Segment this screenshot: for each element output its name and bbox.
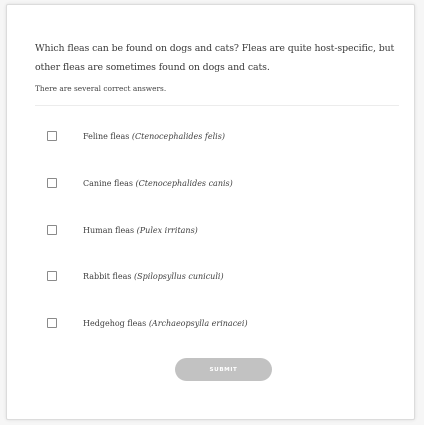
option-latin-name: (Spilopsyllus cuniculi) bbox=[134, 271, 224, 281]
option-latin-name: (Ctenocephalides felis) bbox=[131, 131, 225, 141]
option-label: Rabbit fleas (Spilopsyllus cuniculi) bbox=[83, 272, 224, 281]
option-label: Hedgehog fleas (Archaeopsylla erinacei) bbox=[83, 319, 248, 328]
option-name: Canine fleas bbox=[83, 178, 133, 188]
option-latin-name: (Archaeopsylla erinacei) bbox=[148, 318, 248, 328]
answer-hint: There are several correct answers. bbox=[35, 84, 167, 93]
submit-button[interactable]: SUBMIT bbox=[175, 358, 272, 381]
checkbox[interactable] bbox=[47, 318, 57, 328]
option-hedgehog-fleas[interactable]: Hedgehog fleas (Archaeopsylla erinacei) bbox=[47, 316, 248, 330]
option-name: Hedgehog fleas bbox=[83, 318, 147, 328]
option-latin-name: (Ctenocephalides canis) bbox=[135, 178, 233, 188]
option-feline-fleas[interactable]: Feline fleas (Ctenocephalides felis) bbox=[47, 129, 225, 143]
option-name: Feline fleas bbox=[83, 131, 130, 141]
option-name: Rabbit fleas bbox=[83, 271, 132, 281]
option-canine-fleas[interactable]: Canine fleas (Ctenocephalides canis) bbox=[47, 176, 233, 190]
quiz-card: Which fleas can be found on dogs and cat… bbox=[6, 4, 415, 420]
option-rabbit-fleas[interactable]: Rabbit fleas (Spilopsyllus cuniculi) bbox=[47, 269, 224, 283]
checkbox[interactable] bbox=[47, 271, 57, 281]
option-latin-name: (Pulex irritans) bbox=[136, 225, 198, 235]
option-label: Human fleas (Pulex irritans) bbox=[83, 226, 198, 235]
checkbox[interactable] bbox=[47, 178, 57, 188]
checkbox[interactable] bbox=[47, 225, 57, 235]
divider bbox=[35, 105, 399, 106]
question-text: Which fleas can be found on dogs and cat… bbox=[35, 43, 395, 73]
option-name: Human fleas bbox=[83, 225, 135, 235]
option-label: Feline fleas (Ctenocephalides felis) bbox=[83, 132, 225, 141]
option-label: Canine fleas (Ctenocephalides canis) bbox=[83, 179, 233, 188]
option-human-fleas[interactable]: Human fleas (Pulex irritans) bbox=[47, 223, 198, 237]
checkbox[interactable] bbox=[47, 131, 57, 141]
